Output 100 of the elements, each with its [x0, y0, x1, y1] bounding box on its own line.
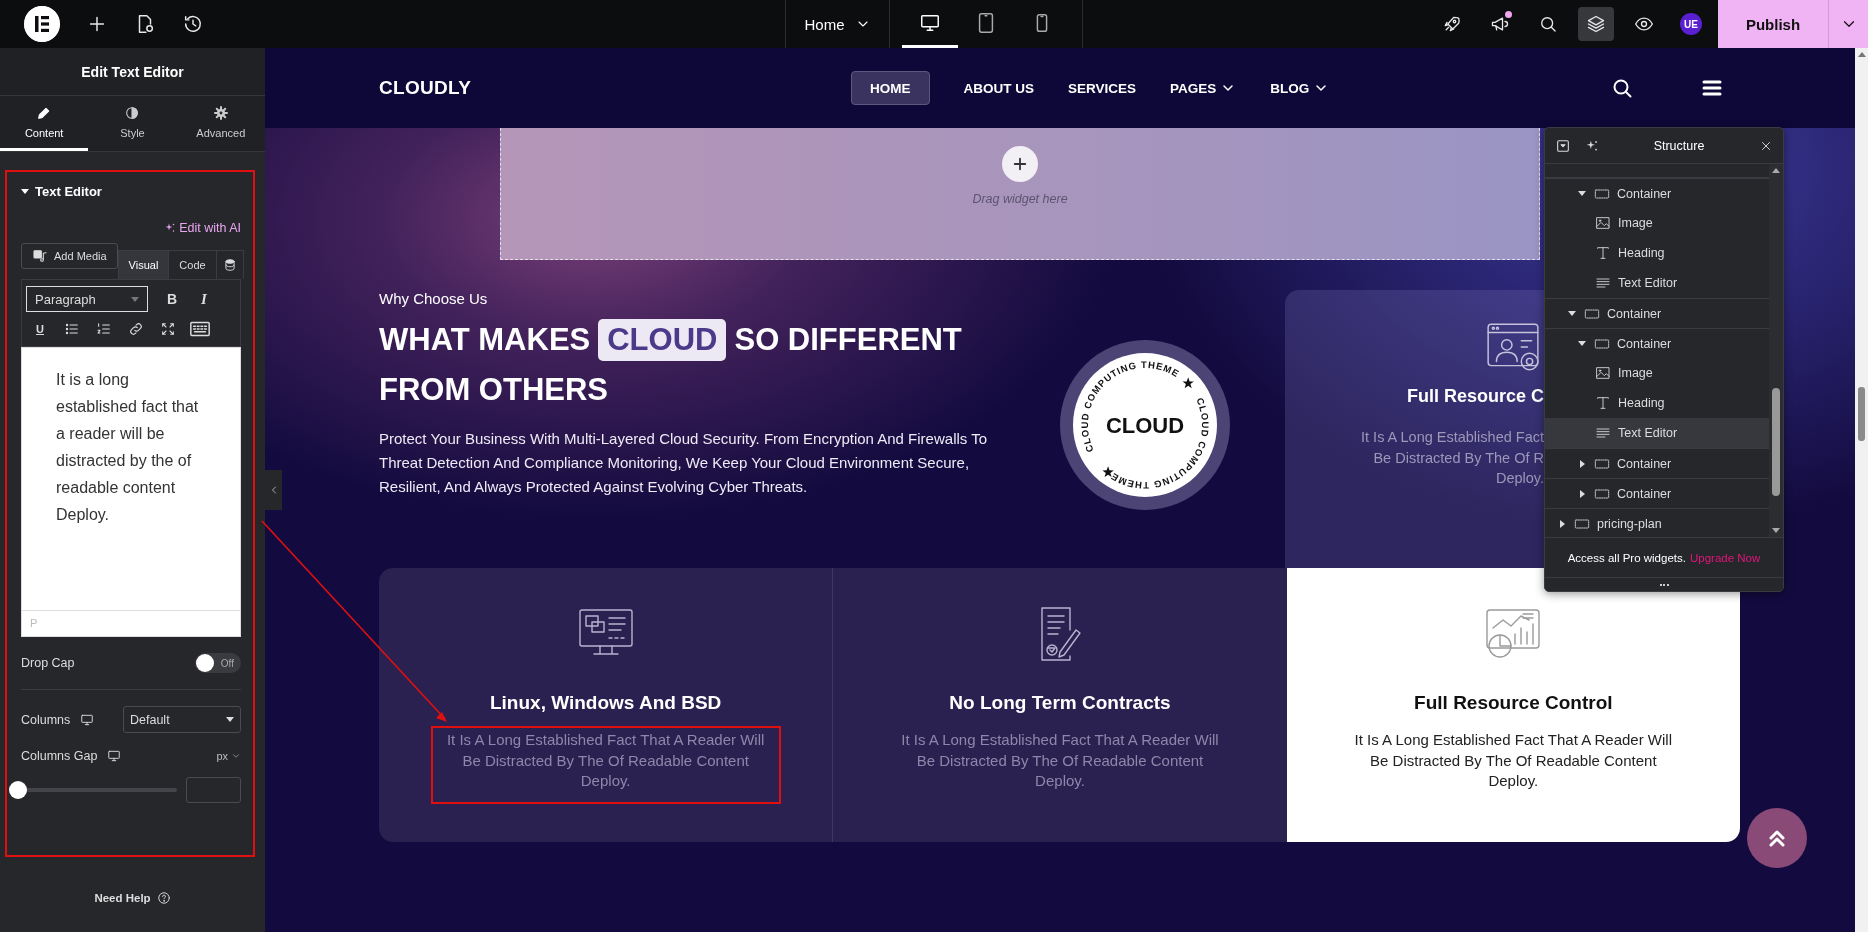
- caret-icon[interactable]: [1578, 341, 1586, 346]
- card-title: Full Resource C: [1406, 386, 1544, 407]
- badge-title: CLOUD: [1105, 413, 1185, 438]
- section-title[interactable]: Text Editor: [35, 184, 102, 199]
- heading-text: FROM OTHERS: [379, 372, 609, 408]
- tree-item[interactable]: Heading: [1545, 388, 1769, 418]
- caret-icon[interactable]: [1579, 459, 1585, 468]
- heading-icon: [1595, 395, 1611, 411]
- field-label: Columns Gap: [21, 749, 98, 763]
- nav-link[interactable]: SERVICES: [1068, 71, 1137, 105]
- image-icon: [1595, 365, 1611, 381]
- tree-item[interactable]: Text Editor: [1545, 268, 1769, 298]
- tree-item[interactable]: Container: [1545, 478, 1769, 508]
- sparkle-icon[interactable]: [1585, 138, 1599, 153]
- card-text: Be Distracted By The Of R: [1373, 448, 1544, 468]
- heading-icon: [1595, 245, 1611, 261]
- editor-text[interactable]: It is a long established fact that a reader will be distracted by the of readable content Deploy.: [56, 366, 206, 528]
- nav-link[interactable]: PAGES: [1170, 71, 1237, 105]
- drop-cap-toggle[interactable]: Off: [195, 653, 241, 673]
- panel-tab[interactable]: Advanced: [176, 96, 265, 151]
- card-text: It Is A Long Established Fact That A Reader Will Be Distracted By The Of Readable Content Deploy.: [430, 726, 781, 804]
- media-icon: [32, 248, 48, 264]
- nav-link[interactable]: HOME: [851, 71, 930, 105]
- numbered-list-icon[interactable]: [96, 321, 112, 337]
- tree-item[interactable]: Image: [1545, 358, 1769, 388]
- help-icon[interactable]: [156, 891, 171, 905]
- caret-icon[interactable]: [1579, 489, 1585, 498]
- drop-hint: Drag widget here: [972, 192, 1068, 206]
- fullscreen-icon[interactable]: [160, 321, 176, 337]
- resize-handle[interactable]: [1659, 583, 1669, 586]
- slider[interactable]: [11, 781, 177, 799]
- tree-item[interactable]: Container: [1545, 328, 1769, 358]
- half-circle-icon: [124, 105, 141, 121]
- tree-item[interactable]: pricing-plan: [1545, 508, 1769, 537]
- panel-toggle-icon[interactable]: [1555, 137, 1571, 154]
- sparkle-icon: [164, 222, 177, 234]
- card-text: Deploy.: [1495, 469, 1544, 488]
- italic-button[interactable]: I: [190, 286, 218, 312]
- columns-select[interactable]: Default: [123, 706, 241, 733]
- editor-tab[interactable]: Visual: [118, 251, 170, 279]
- card-title: Full Resource Control: [1414, 692, 1613, 714]
- panel-tab[interactable]: Style: [88, 96, 177, 151]
- slider-thumb[interactable]: [9, 781, 27, 799]
- help-link[interactable]: Need Help: [94, 892, 151, 904]
- number-field[interactable]: [186, 777, 241, 803]
- paragraph-icon: [1595, 425, 1611, 441]
- tree-item[interactable]: Text Editor: [1545, 418, 1769, 448]
- add-widget-button[interactable]: [1002, 146, 1038, 182]
- section-eyebrow: Why Choose Us: [379, 290, 489, 307]
- edit-with-ai-link[interactable]: Edit with AI: [21, 221, 241, 235]
- link-icon[interactable]: [128, 321, 144, 337]
- card-text: It Is A Long Established Fact: [1361, 428, 1544, 447]
- desktop-icon[interactable]: [80, 712, 95, 727]
- add-media-button[interactable]: Add Media: [21, 243, 118, 269]
- scrollbar[interactable]: [1769, 164, 1783, 537]
- bullet-list-icon[interactable]: [64, 321, 80, 337]
- panel-title: Structure: [1652, 138, 1706, 153]
- caret-icon[interactable]: [1559, 519, 1565, 528]
- tree-item[interactable]: Container: [1545, 448, 1769, 478]
- heading-text: WHAT MAKES: [379, 322, 591, 358]
- image-icon: [1595, 215, 1611, 231]
- underline-button[interactable]: U: [26, 316, 54, 342]
- unit-selector[interactable]: px: [216, 750, 241, 762]
- tree-item[interactable]: Container: [1545, 298, 1769, 328]
- field-label: Drop Cap: [21, 656, 75, 670]
- rocket-icon: [1442, 14, 1462, 34]
- caret-icon[interactable]: [1568, 311, 1576, 316]
- gear-icon: [212, 105, 229, 121]
- element-path: P: [30, 617, 38, 629]
- user-avatar[interactable]: UE: [1680, 13, 1702, 35]
- nav-link[interactable]: ABOUT US: [963, 71, 1034, 105]
- layers-icon: [1586, 14, 1606, 34]
- layers-button[interactable]: [1578, 7, 1614, 41]
- publish-button[interactable]: Publish: [1718, 0, 1828, 48]
- card-text: It Is A Long Established Fact That A Reader Will Be Distracted By The Of Readable Content Deploy.: [900, 730, 1220, 791]
- search-icon: [1538, 14, 1558, 34]
- card-title: Linux, Windows And BSD: [490, 692, 722, 714]
- highlight-chip: CLOUD: [598, 319, 727, 361]
- site-logo[interactable]: CLOUDLY: [379, 77, 851, 99]
- tree-item[interactable]: Container: [1545, 178, 1769, 208]
- logo-icon[interactable]: [24, 6, 60, 42]
- panel-title: Edit Text Editor: [0, 48, 265, 96]
- star-icon: [1182, 377, 1194, 389]
- section-description: Protect Your Business With Multi-Layered Cloud Security. From Encryption And Firewalls To Threat Detection And Compliance Monitoring, We Keep Your Cloud Environment Secure, Resilient, And Always Protected Against Evolving Cyber Threats.: [379, 429, 989, 497]
- chevron-down-icon: [231, 751, 241, 761]
- card-title: No Long Term Contracts: [949, 692, 1171, 714]
- panel-tab[interactable]: Content: [0, 96, 89, 151]
- heading-text: SO DIFFERENT: [734, 322, 962, 358]
- format-select[interactable]: Paragraph: [26, 286, 148, 312]
- caret-icon[interactable]: [1578, 191, 1586, 196]
- desktop-icon[interactable]: [107, 749, 122, 763]
- scrollbar[interactable]: [1855, 48, 1868, 932]
- tree-item[interactable]: Heading: [1545, 238, 1769, 268]
- bold-button[interactable]: B: [158, 286, 186, 312]
- tree-item[interactable]: Image: [1545, 208, 1769, 238]
- nav-link[interactable]: BLOG: [1270, 71, 1330, 105]
- database-icon[interactable]: [222, 258, 237, 272]
- promo-text: Access all Pro widgets.: [1567, 551, 1686, 564]
- history-icon[interactable]: [182, 13, 204, 35]
- field-label: Columns: [21, 712, 71, 727]
